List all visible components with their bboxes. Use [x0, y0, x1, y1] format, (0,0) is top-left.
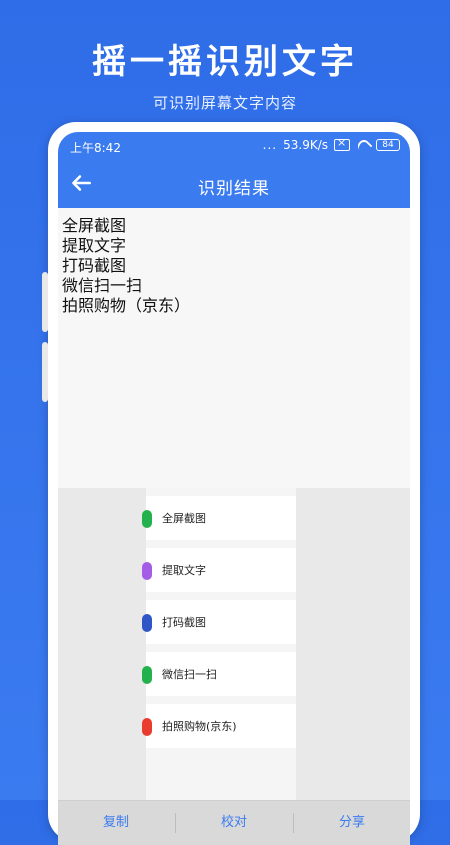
- result-line: 提取文字: [62, 236, 127, 255]
- result-text: 全屏截图 提取文字 打码截图 微信扫一扫 拍照购物（京东）: [58, 216, 190, 316]
- list-item: 微信扫一扫: [142, 652, 296, 696]
- list-item-label: 全屏截图: [162, 512, 206, 525]
- list-item-label: 拍照购物(京东): [162, 720, 237, 733]
- list-item-label: 提取文字: [162, 564, 206, 577]
- status-bar: 上午8:42 ... 53.9K/s 84: [58, 132, 410, 160]
- list-item: 拍照购物(京东): [142, 704, 296, 748]
- result-line: 微信扫一扫: [62, 276, 143, 295]
- battery-icon: 84: [376, 139, 400, 151]
- status-time: 上午8:42: [70, 141, 121, 155]
- result-text-area[interactable]: 全屏截图 提取文字 打码截图 微信扫一扫 拍照购物（京东）: [58, 208, 410, 488]
- app-bar: 识别结果: [58, 160, 410, 208]
- proofread-button[interactable]: 校对: [176, 801, 292, 845]
- list-item-label: 打码截图: [162, 616, 206, 629]
- status-dots: ...: [262, 138, 278, 152]
- x-box-icon: [334, 136, 350, 151]
- item-color-mark: [142, 614, 152, 632]
- item-color-mark: [142, 562, 152, 580]
- phone-screen: 上午8:42 ... 53.9K/s 84 识别结果 全屏截图 提取文字: [58, 132, 410, 800]
- list-item: 打码截图: [142, 600, 296, 644]
- status-right-group: ... 53.9K/s 84: [262, 136, 400, 152]
- copy-button[interactable]: 复制: [58, 801, 174, 845]
- result-line: 拍照购物（京东）: [62, 296, 191, 315]
- network-speed: 53.9K/s: [283, 138, 328, 152]
- phone-side-button: [42, 342, 48, 402]
- phone-frame: 上午8:42 ... 53.9K/s 84 识别结果 全屏截图 提取文字: [42, 122, 420, 845]
- screenshot-preview: 全屏截图 提取文字 打码截图 微信扫一扫 拍照购物(京东): [142, 488, 296, 800]
- share-button[interactable]: 分享: [294, 801, 410, 845]
- promo-subline: 可识别屏幕文字内容: [152, 94, 297, 112]
- bottom-action-bar: 复制 校对 分享: [58, 800, 410, 845]
- item-color-mark: [142, 666, 152, 684]
- list-item: 提取文字: [142, 548, 296, 592]
- result-line: 全屏截图: [62, 216, 127, 235]
- result-line: 打码截图: [62, 256, 127, 275]
- list-item: 全屏截图: [142, 496, 296, 540]
- phone-side-button: [42, 272, 48, 332]
- list-item-label: 微信扫一扫: [162, 668, 217, 681]
- promo-headline: 摇一摇识别文字: [92, 42, 358, 82]
- item-color-mark: [142, 510, 152, 528]
- screenshot-preview-area: 全屏截图 提取文字 打码截图 微信扫一扫 拍照购物(京东): [58, 488, 410, 800]
- item-color-mark: [142, 718, 152, 736]
- page-title: 识别结果: [198, 179, 270, 199]
- wifi-icon: [356, 140, 370, 150]
